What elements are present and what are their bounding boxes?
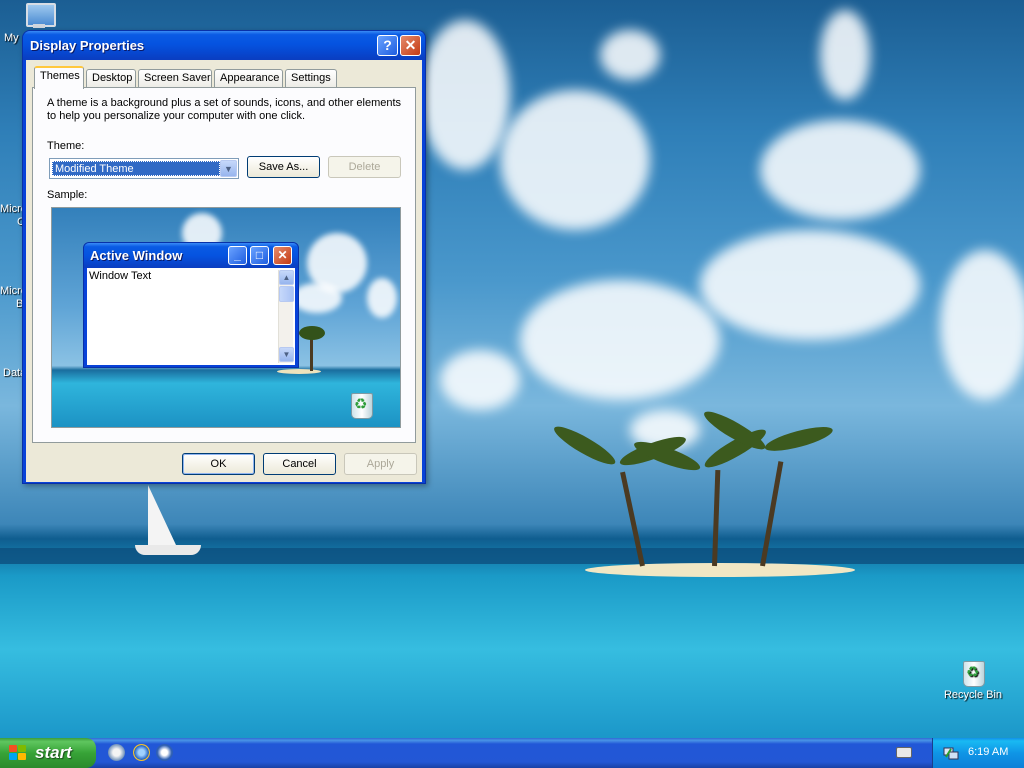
cloud [292,283,342,313]
description-line: A theme is a background plus a set of so… [47,97,402,109]
clock[interactable]: 6:19 AM [968,746,1008,758]
minimize-icon: _ [228,246,247,265]
palm-frond [299,326,325,340]
help-icon: ? [383,37,392,53]
recycle-bin-desktop-icon[interactable]: Recycle Bin [938,656,1008,701]
theme-sample-preview: Active Window _ □ ✕ Window Text ▲ ▼ [51,207,401,428]
start-label: start [35,743,72,762]
save-as-button[interactable]: Save As... [247,156,320,178]
desktop-icon-label: Recycle Bin [943,689,1003,701]
start-button[interactable]: start [0,738,96,768]
sample-window-body: Window Text ▲ ▼ [87,268,295,365]
scroll-thumb [279,286,294,302]
tab-settings[interactable]: Settings [285,69,337,88]
sample-label: Sample: [47,189,88,201]
apply-button[interactable]: Apply [344,453,417,475]
keyboard-icon[interactable] [896,747,912,758]
tab-label: Settings [291,72,331,84]
cloud [940,250,1024,400]
cloud [520,280,720,400]
cancel-button[interactable]: Cancel [263,453,336,475]
tab-themes[interactable]: Themes [34,66,84,89]
media-player-icon[interactable] [156,744,173,761]
recycle-bin-icon [348,388,374,419]
taskbar: start 6:19 AM [0,738,1024,768]
system-tray: 6:19 AM [932,738,1024,768]
network-icon[interactable] [943,745,959,761]
scroll-down-icon: ▼ [279,347,294,362]
display-properties-window: Display Properties ? ✕ Themes Desktop Sc… [22,30,426,484]
close-icon: ✕ [273,246,292,265]
cloud [760,120,920,220]
theme-label: Theme: [47,140,85,152]
tab-label: Desktop [92,72,133,84]
cloud [600,30,660,80]
cloud [500,90,650,230]
island-sand [277,369,321,374]
sample-window-text: Window Text [89,270,152,282]
chevron-down-icon[interactable]: ▼ [220,160,237,177]
sample-window-title: Active Window [90,248,183,263]
dialog-client-area: Themes Desktop Screen Saver Appearance S… [26,60,422,482]
sample-title-bar: Active Window _ □ ✕ [84,243,298,268]
internet-explorer-icon[interactable] [133,744,150,761]
help-button[interactable]: ? [377,35,398,56]
palm-frond [762,422,835,456]
sailboat-hull [135,545,201,555]
tab-desktop[interactable]: Desktop [86,69,136,88]
maximize-icon: □ [250,246,269,265]
tab-screen-saver[interactable]: Screen Saver [138,69,212,88]
tab-label: Screen Saver [144,72,211,84]
tab-label: Themes [40,70,80,82]
window-title: Display Properties [30,38,145,53]
delete-button[interactable]: Delete [328,156,401,178]
title-bar[interactable]: Display Properties ? ✕ [23,31,425,60]
cloud [440,350,520,410]
island-sand [585,563,855,577]
theme-dropdown[interactable]: Modified Theme ▼ [49,158,239,179]
tab-label: Appearance [220,72,280,84]
sailboat-sail [148,485,176,545]
themes-tab-panel: A theme is a background plus a set of so… [32,87,416,443]
close-icon: ✕ [404,37,417,53]
windows-logo-icon [9,745,27,761]
desktop-icon-label: My [4,32,19,44]
palm-frond [550,421,619,470]
cloud [700,230,920,340]
cloud [820,10,870,100]
tab-appearance[interactable]: Appearance [214,69,283,88]
recycle-bin-icon [960,656,986,687]
cloud [420,20,510,170]
theme-description: A theme is a background plus a set of so… [47,97,407,123]
show-desktop-icon[interactable] [108,744,125,761]
ok-button[interactable]: OK [182,453,255,475]
sample-scrollbar: ▲ ▼ [278,270,294,363]
computer-icon [24,2,56,30]
theme-selected-value: Modified Theme [52,161,220,176]
close-button[interactable]: ✕ [400,35,421,56]
scroll-up-icon: ▲ [279,270,294,285]
sample-active-window: Active Window _ □ ✕ Window Text ▲ ▼ [83,242,299,368]
cloud [367,278,397,318]
description-line: to help you personalize your computer wi… [47,110,306,122]
